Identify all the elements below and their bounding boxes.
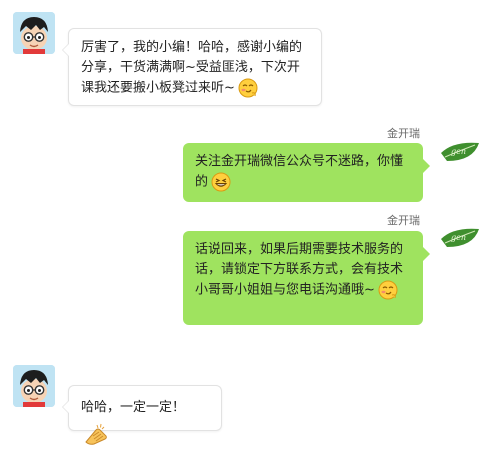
message-bubble-sent-2[interactable]: 话说回来，如果后期需要技术服务的话，请锁定下方联系方式，会有技术小哥哥小姐姐与您… (183, 231, 430, 325)
cartoon-boy-icon (13, 365, 55, 407)
message-text: 话说回来，如果后期需要技术服务的话，请锁定下方联系方式，会有技术小哥哥小姐姐与您… (195, 242, 404, 298)
company-logo-avatar[interactable]: gen (439, 139, 481, 165)
message-text: 哈哈，一定一定！ (81, 400, 186, 415)
message-bubble-received-2[interactable]: 哈哈，一定一定！ (62, 385, 222, 445)
leaf-logo-icon: gen (441, 142, 479, 161)
svg-text:gen: gen (451, 233, 466, 242)
blush-emoji-icon (238, 78, 258, 98)
grin-emoji-icon (211, 172, 231, 192)
leaf-logo-icon: gen (441, 228, 479, 247)
message-text: 厉害了，我的小编！哈哈，感谢小编的分享，干货满满啊~受益匪浅，下次开课我还要搬小… (81, 40, 303, 96)
fist-bump-emoji-icon (84, 422, 108, 446)
message-bubble-sent-1[interactable]: 关注金开瑞微信公众号不迷路，你懂的 (183, 143, 430, 202)
user-avatar[interactable] (13, 12, 55, 54)
blush-emoji-icon (378, 280, 398, 300)
svg-text:gen: gen (451, 147, 466, 156)
company-logo-avatar[interactable]: gen (439, 225, 481, 251)
sender-name: 金开瑞 (387, 214, 420, 227)
user-avatar[interactable] (13, 365, 55, 407)
sender-name: 金开瑞 (387, 127, 420, 140)
message-bubble-received-1[interactable]: 厉害了，我的小编！哈哈，感谢小编的分享，干货满满啊~受益匪浅，下次开课我还要搬小… (62, 28, 322, 106)
cartoon-boy-icon (13, 12, 55, 54)
